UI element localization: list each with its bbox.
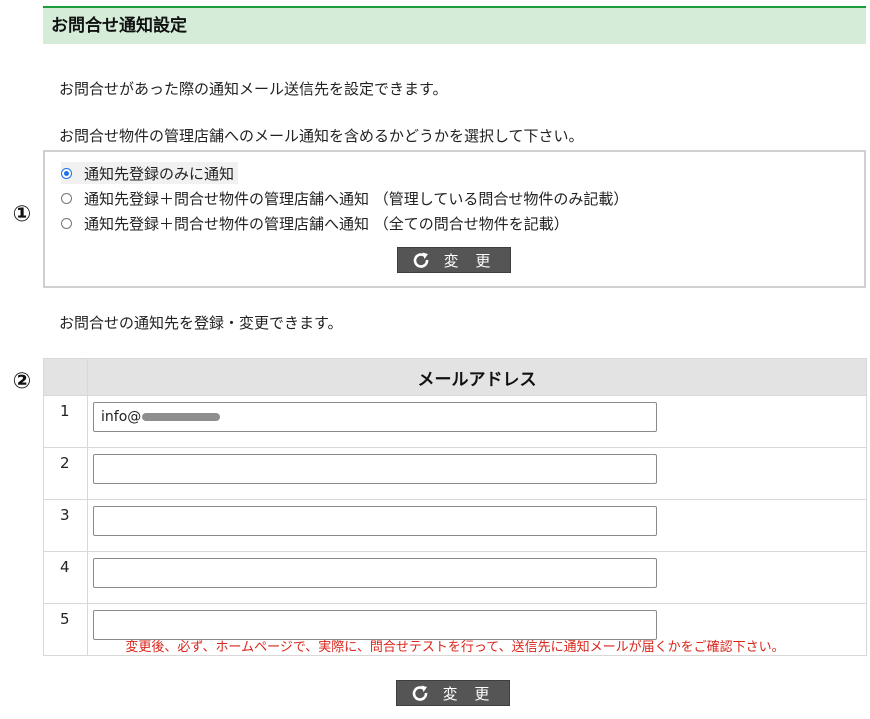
email-column-header: メールアドレス [87, 358, 867, 396]
refresh-icon [412, 251, 430, 269]
email-table: メールアドレス 1 info@ 2 3 4 5 [43, 358, 867, 656]
radio-unchecked-icon[interactable] [61, 192, 72, 204]
number-column-header [43, 358, 88, 396]
change-option-button-label: 変 更 [443, 251, 497, 270]
change-email-button[interactable]: 変 更 [396, 680, 510, 706]
table-row: 2 [43, 447, 867, 500]
email-field-4[interactable] [93, 558, 657, 588]
table-header-row: メールアドレス [43, 358, 867, 396]
section-marker-2: ② [12, 369, 32, 394]
store-notification-instruction: お問合せ物件の管理店舗へのメール通知を含めるかどうかを選択して下さい。 [59, 127, 584, 145]
redacted-text [142, 413, 221, 421]
change-option-button[interactable]: 変 更 [397, 247, 511, 273]
address-description: お問合せの通知先を登録・変更できます。 [59, 314, 343, 332]
row-number: 2 [43, 447, 88, 500]
change-email-button-label: 変 更 [442, 684, 496, 703]
refresh-icon [411, 684, 429, 702]
notification-option-2[interactable]: 通知先登録＋問合せ物件の管理店舗へ通知 （管理している問合せ物件のみ記載） [61, 187, 628, 209]
confirmation-warning: 変更後、必ず、ホームページで、実際に、問合せテストを行って、送信先に通知メールが… [125, 640, 785, 655]
email-field-3[interactable] [93, 506, 657, 536]
radio-checked-icon[interactable] [61, 167, 72, 179]
row-number: 3 [43, 499, 88, 552]
email-field-2[interactable] [93, 454, 657, 484]
table-row: 3 [43, 499, 867, 552]
radio-unchecked-icon[interactable] [61, 217, 72, 229]
notification-option-label: 通知先登録＋問合せ物件の管理店舗へ通知 （全ての問合せ物件を記載） [84, 214, 569, 233]
notification-option-1[interactable]: 通知先登録のみに通知 [61, 162, 239, 184]
notification-option-label: 通知先登録のみに通知 [84, 164, 235, 183]
row-number: 1 [43, 395, 88, 448]
email-value: info@ [101, 409, 142, 425]
notification-option-group: 通知先登録のみに通知 通知先登録＋問合せ物件の管理店舗へ通知 （管理している問合… [43, 150, 866, 288]
notification-option-label: 通知先登録＋問合せ物件の管理店舗へ通知 （管理している問合せ物件のみ記載） [84, 189, 629, 208]
table-row: 4 [43, 551, 867, 604]
table-row: 1 info@ [43, 395, 867, 448]
page-title: お問合せ通知設定 [43, 6, 866, 44]
section-marker-1: ① [12, 202, 32, 227]
email-field-1[interactable]: info@ [93, 402, 657, 432]
notification-option-3[interactable]: 通知先登録＋問合せ物件の管理店舗へ通知 （全ての問合せ物件を記載） [61, 212, 569, 234]
row-number: 4 [43, 551, 88, 604]
notification-description: お問合せがあった際の通知メール送信先を設定できます。 [59, 80, 448, 98]
